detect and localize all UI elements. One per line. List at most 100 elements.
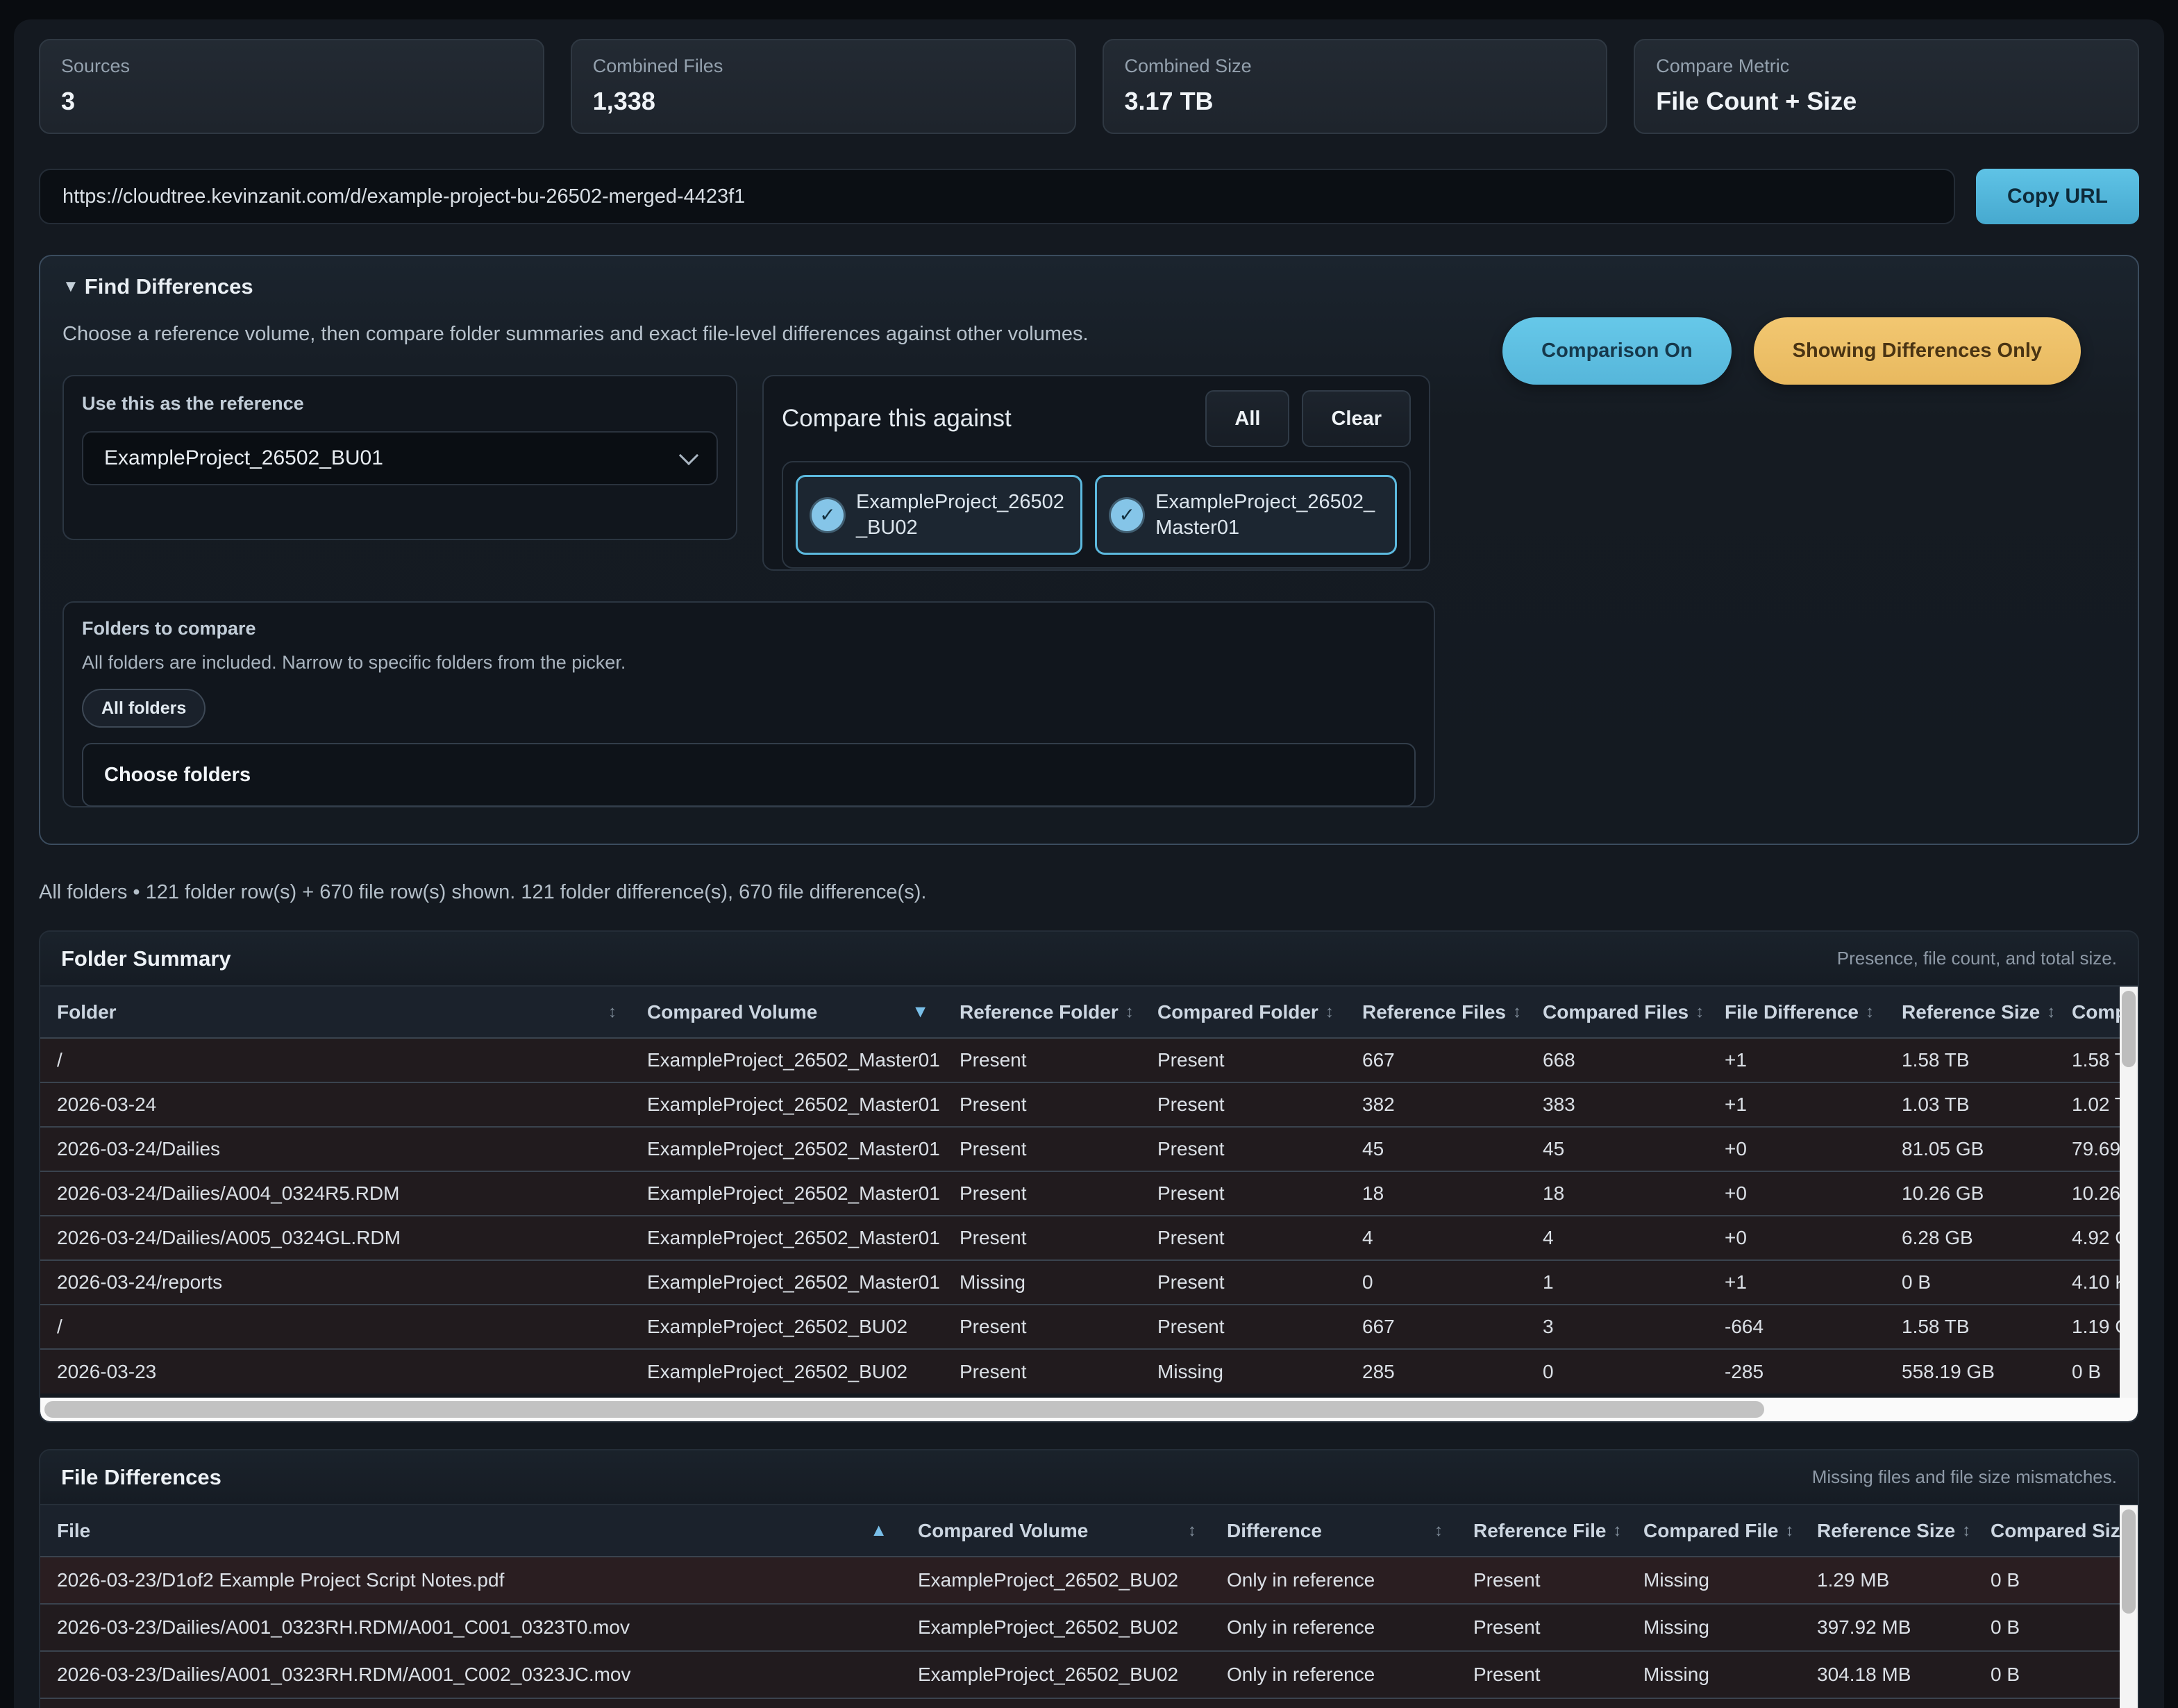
scrollbar-thumb[interactable]: [44, 1401, 1764, 1418]
column-header-difference[interactable]: Difference↕: [1210, 1505, 1457, 1557]
copy-url-button[interactable]: Copy URL: [1976, 169, 2139, 224]
column-header-file-difference[interactable]: File Difference↕: [1708, 987, 1885, 1038]
column-header-reference-file[interactable]: Reference File↕: [1457, 1505, 1627, 1557]
table-cell: 0 B: [1885, 1260, 2055, 1305]
check-icon: ✓: [812, 499, 844, 531]
table-cell: 0 B: [1974, 1557, 2120, 1604]
column-label: Compared Size: [2072, 1001, 2120, 1023]
table-cell: 2026-03-23/D1of2 Example Project Script …: [40, 1557, 901, 1604]
column-header-reference-size[interactable]: Reference Size ↕: [1885, 987, 2055, 1038]
column-header-compared-volume[interactable]: Compared Volume↕: [901, 1505, 1210, 1557]
table-cell: 45: [1346, 1127, 1526, 1171]
column-label: Folder: [57, 1001, 117, 1023]
table-cell: 0 B: [2055, 1349, 2120, 1393]
scrollbar-thumb[interactable]: [2122, 1509, 2136, 1614]
table-cell: Missing: [1627, 1698, 1800, 1708]
file-differences-caption: Missing files and file size mismatches.: [1812, 1466, 2117, 1488]
horizontal-scrollbar[interactable]: [40, 1398, 2138, 1421]
choose-folders-button[interactable]: Choose folders: [82, 743, 1416, 807]
column-label: Compared Size: [1991, 1520, 2120, 1542]
column-header-folder[interactable]: Folder↕: [40, 987, 630, 1038]
results-summary-line: All folders • 121 folder row(s) + 670 fi…: [39, 881, 2139, 904]
table-cell: Present: [943, 1349, 1141, 1393]
column-header-compared-file[interactable]: Compared File↕: [1627, 1505, 1800, 1557]
check-icon: ✓: [1111, 499, 1143, 531]
share-url-input[interactable]: https://cloudtree.kevinzanit.com/d/examp…: [39, 169, 1955, 224]
table-cell: Present: [1141, 1082, 1346, 1127]
table-cell: ExampleProject_26502_BU02: [630, 1349, 943, 1393]
table-cell: 558.19 GB: [1885, 1349, 2055, 1393]
file-differences-title: File Differences: [61, 1465, 221, 1490]
table-cell: 2026-03-24/Dailies/A005_0324GL.RDM: [40, 1216, 630, 1260]
volume-chip-bu02[interactable]: ✓ ExampleProject_26502_BU02: [796, 475, 1082, 555]
compare-against-header: Compare this against All Clear: [782, 390, 1411, 447]
find-cards-row: Use this as the reference ExampleProject…: [62, 375, 2116, 571]
table-cell: -285: [1708, 1349, 1885, 1393]
table-header-row: File▲Compared Volume↕Difference↕Referenc…: [40, 1505, 2120, 1557]
table-row: 2026-03-24/DailiesExampleProject_26502_M…: [40, 1127, 2120, 1171]
column-header-compared-size[interactable]: Compared Size↕: [2055, 987, 2120, 1038]
column-header-reference-files[interactable]: Reference Files↕: [1346, 987, 1526, 1038]
column-header-reference-size[interactable]: Reference Size ↕: [1800, 1505, 1974, 1557]
table-cell: -664: [1708, 1305, 1885, 1349]
table-cell: 4: [1526, 1216, 1708, 1260]
column-header-reference-folder[interactable]: Reference Folder↕: [943, 987, 1141, 1038]
table-cell: 3: [1526, 1305, 1708, 1349]
vertical-scrollbar[interactable]: [2120, 1505, 2138, 1708]
table-cell: 1: [1526, 1260, 1708, 1305]
table-row: 2026-03-23ExampleProject_26502_BU02Prese…: [40, 1349, 2120, 1393]
table-cell: 397.92 MB: [1800, 1604, 1974, 1651]
table-cell: Present: [1141, 1305, 1346, 1349]
file-differences-header: File Differences Missing files and file …: [40, 1450, 2138, 1505]
column-label: Reference Size: [1817, 1520, 1955, 1542]
table-cell: Present: [943, 1216, 1141, 1260]
sort-icon: ↕: [1695, 1003, 1704, 1022]
stat-card-compare-metric: Compare Metric File Count + Size: [1634, 39, 2139, 134]
column-header-compared-size[interactable]: Compared Size↕: [1974, 1505, 2120, 1557]
table-cell: 6.28 GB: [1885, 1216, 2055, 1260]
table-cell: ExampleProject_26502_BU02: [901, 1557, 1210, 1604]
table-cell: 2026-03-24/Dailies/A004_0324R5.RDM: [40, 1171, 630, 1216]
table-cell: Present: [1457, 1557, 1627, 1604]
sort-asc-icon: ▲: [870, 1521, 887, 1541]
sort-icon: ↕: [1962, 1521, 1970, 1541]
file-differences-viewport: File▲Compared Volume↕Difference↕Referenc…: [40, 1505, 2120, 1708]
scrollbar-thumb[interactable]: [2122, 991, 2136, 1067]
table-cell: ExampleProject_26502_Master01: [630, 1171, 943, 1216]
sort-icon: ↕: [1434, 1521, 1443, 1541]
stat-label: Sources: [61, 56, 522, 77]
stat-value: 1,338: [593, 87, 1054, 116]
table-cell: Present: [1141, 1038, 1346, 1082]
table-cell: +1: [1708, 1260, 1885, 1305]
reference-volume-select[interactable]: ExampleProject_26502_BU01: [82, 431, 718, 485]
stat-label: Combined Size: [1125, 56, 1586, 77]
clear-button[interactable]: Clear: [1302, 390, 1411, 447]
table-cell: 2026-03-23/Dailies/A001_0323RH.RDM/A001_…: [40, 1604, 901, 1651]
file-differences-panel: File Differences Missing files and file …: [39, 1449, 2139, 1708]
column-header-compared-folder[interactable]: Compared Folder↕: [1141, 987, 1346, 1038]
reference-volume-value: ExampleProject_26502_BU01: [104, 446, 682, 470]
find-differences-header[interactable]: ▼ Find Differences: [62, 274, 2116, 299]
comparison-on-toggle[interactable]: Comparison On: [1502, 317, 1732, 385]
column-header-compared-files[interactable]: Compared Files↕: [1526, 987, 1708, 1038]
sort-icon: ↕: [2047, 1003, 2055, 1022]
select-all-button[interactable]: All: [1205, 390, 1289, 447]
all-folders-chip[interactable]: All folders: [82, 689, 206, 728]
column-label: Reference Size: [1902, 1001, 2040, 1023]
table-cell: 0 B: [1974, 1698, 2120, 1708]
table-cell: 0: [1526, 1349, 1708, 1393]
column-header-file[interactable]: File▲: [40, 1505, 901, 1557]
table-cell: +1: [1708, 1038, 1885, 1082]
showing-differences-only-toggle[interactable]: Showing Differences Only: [1754, 317, 2081, 385]
table-cell: Present: [1141, 1171, 1346, 1216]
folder-summary-panel: Folder Summary Presence, file count, and…: [39, 930, 2139, 1423]
vertical-scrollbar[interactable]: [2120, 987, 2138, 1398]
table-row: 2026-03-23/Dailies/A001_0323RH.RDM/A001_…: [40, 1651, 2120, 1698]
table-cell: 2026-03-24/Dailies: [40, 1127, 630, 1171]
column-label: Reference File: [1473, 1520, 1606, 1542]
volume-chip-master01[interactable]: ✓ ExampleProject_26502_Master01: [1095, 475, 1397, 555]
stat-value: 3: [61, 87, 522, 116]
table-cell: 667: [1346, 1038, 1526, 1082]
table-cell: 4.10 KB: [2055, 1260, 2120, 1305]
column-header-compared-volume[interactable]: Compared Volume▼: [630, 987, 943, 1038]
